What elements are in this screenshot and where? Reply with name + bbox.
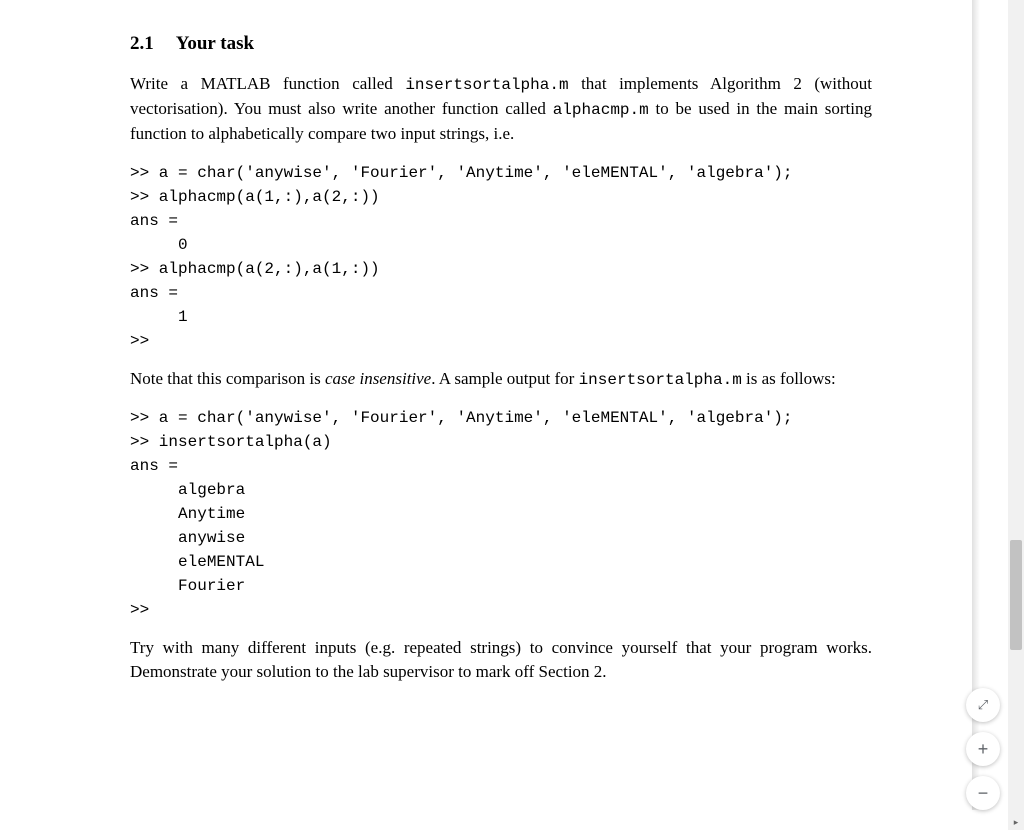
minus-icon: − bbox=[978, 783, 989, 804]
paragraph-3: Try with many different inputs (e.g. rep… bbox=[130, 636, 872, 685]
section-title: Your task bbox=[176, 33, 254, 54]
section-number: 2.1 bbox=[130, 33, 154, 54]
fit-to-page-button[interactable]: ⤢ bbox=[966, 688, 1000, 722]
paragraph-2: Note that this comparison is case insens… bbox=[130, 367, 872, 392]
code-inline: insertsortalpha.m bbox=[579, 371, 742, 389]
plus-icon: + bbox=[978, 739, 989, 760]
text: . A sample output for bbox=[431, 369, 578, 388]
text: Write a MATLAB function called bbox=[130, 74, 405, 93]
section-heading: 2.1 Your task bbox=[130, 30, 872, 58]
emphasis: case insensitive bbox=[325, 369, 431, 388]
code-block-1: >> a = char('anywise', 'Fourier', 'Anyti… bbox=[130, 161, 872, 353]
text: Note that this comparison is bbox=[130, 369, 325, 388]
vertical-scrollbar[interactable]: ▸ bbox=[1008, 0, 1024, 830]
zoom-in-button[interactable]: + bbox=[966, 732, 1000, 766]
document-page: 2.1 Your task Write a MATLAB function cal… bbox=[0, 0, 972, 830]
text: is as follows: bbox=[742, 369, 836, 388]
paragraph-1: Write a MATLAB function called insertsor… bbox=[130, 72, 872, 147]
code-block-2: >> a = char('anywise', 'Fourier', 'Anyti… bbox=[130, 406, 872, 622]
scrollbar-thumb[interactable] bbox=[1010, 540, 1022, 650]
code-inline: insertsortalpha.m bbox=[405, 76, 568, 94]
code-inline: alphacmp.m bbox=[553, 101, 649, 119]
fit-icon: ⤢ bbox=[978, 697, 988, 713]
zoom-out-button[interactable]: − bbox=[966, 776, 1000, 810]
scroll-arrow-right-icon[interactable]: ▸ bbox=[1008, 814, 1024, 830]
